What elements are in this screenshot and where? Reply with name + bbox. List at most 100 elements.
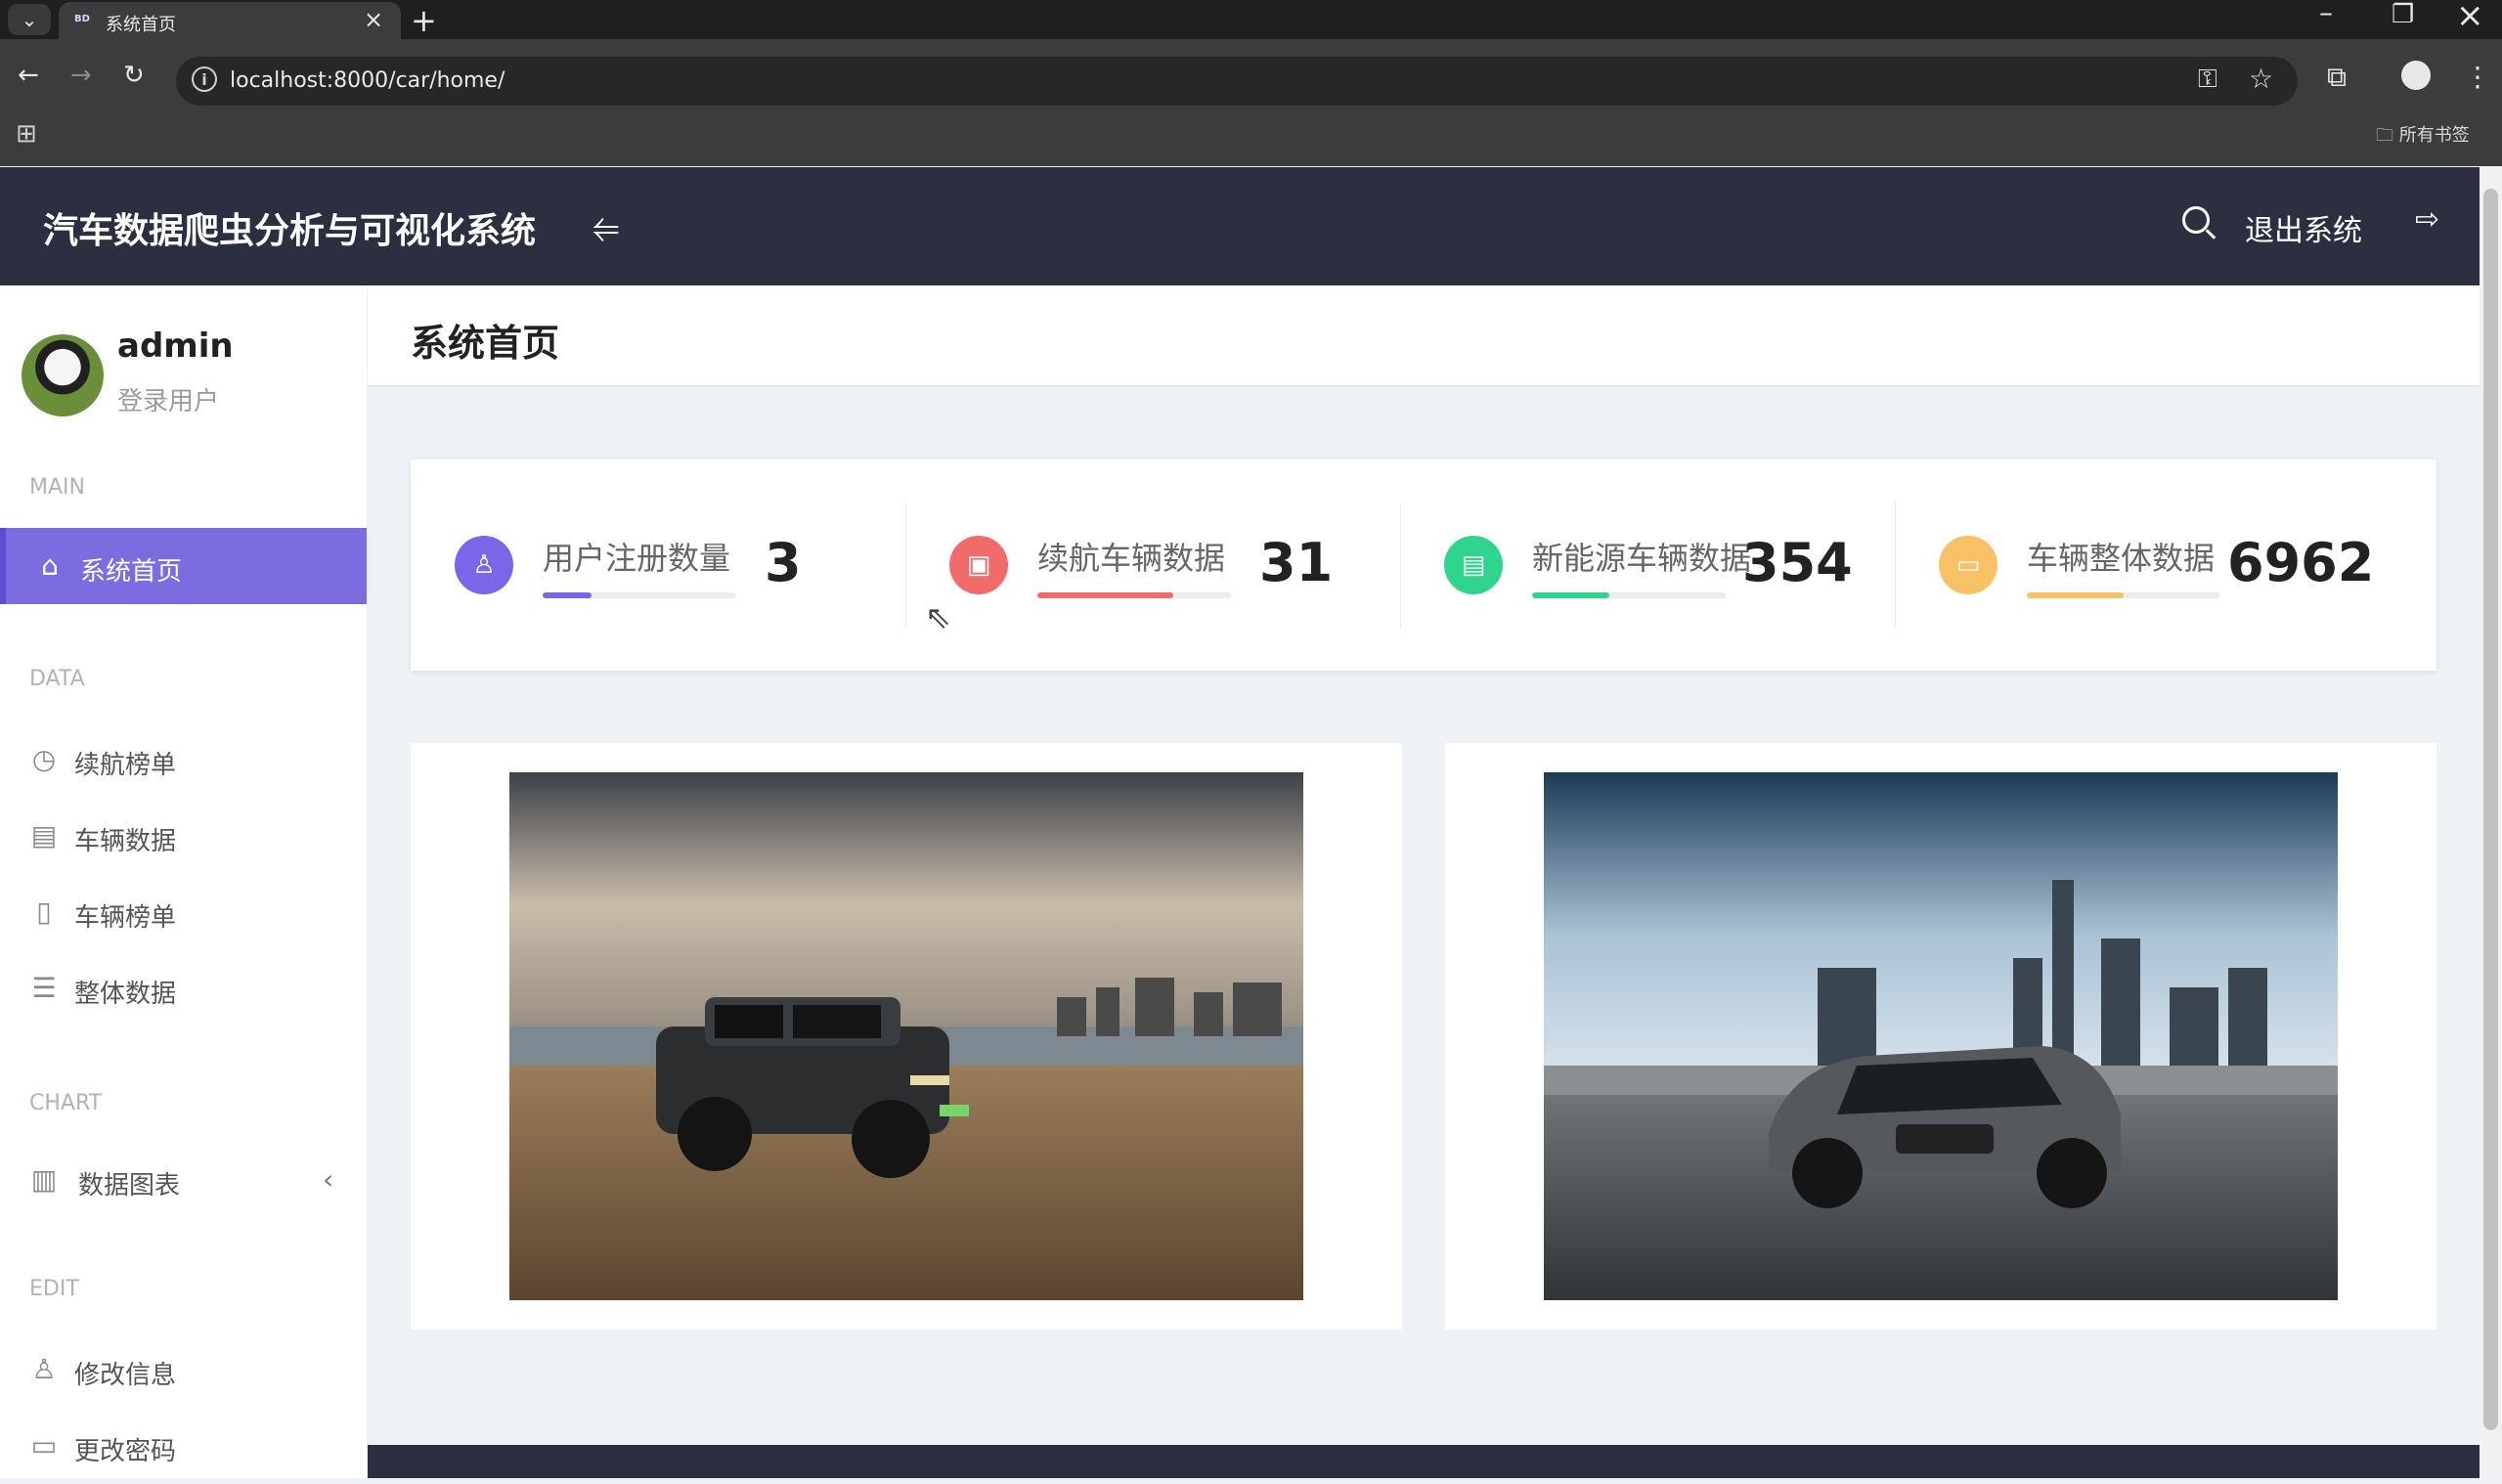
stat-label: 续航车辆数据 xyxy=(1037,540,1226,577)
password-icon: ▭ xyxy=(30,1429,58,1462)
sidebar-item-vehicle-data[interactable]: ▤ 车辆数据 xyxy=(0,798,367,874)
scrollbar-thumb[interactable] xyxy=(2483,189,2498,1430)
url-text[interactable]: localhost:8000/car/home/ xyxy=(230,68,505,93)
stat-label: 新能源车辆数据 xyxy=(1532,540,1752,577)
sidebar-item-home[interactable]: ⌂ 系统首页 xyxy=(0,528,367,604)
search-icon[interactable] xyxy=(2182,206,2210,234)
section-chart: CHART xyxy=(29,1091,103,1115)
stat-overall-vehicles: ▭ 车辆整体数据 6962 xyxy=(1895,459,2401,671)
sidebar-item-data-charts[interactable]: ▥ 数据图表 ‹ xyxy=(0,1142,367,1218)
minimize-icon[interactable]: – xyxy=(2319,0,2333,28)
page-scrollbar[interactable] xyxy=(2480,167,2502,1478)
section-main: MAIN xyxy=(29,475,85,500)
report-icon: ▯ xyxy=(36,895,52,928)
tab-list-button[interactable]: ⌄ xyxy=(8,4,51,35)
password-key-icon[interactable]: ⚿ xyxy=(2198,65,2217,95)
chevron-left-icon[interactable]: ‹ xyxy=(323,1163,333,1196)
stat-value: 3 xyxy=(765,532,802,593)
forward-icon[interactable]: → xyxy=(70,61,92,90)
sidebar-item-label: 数据图表 xyxy=(78,1171,181,1200)
stat-progress xyxy=(2027,592,2220,598)
profile-icon[interactable] xyxy=(2401,61,2431,90)
sidebar-item-label: 续航榜单 xyxy=(74,751,177,780)
stat-value: 31 xyxy=(1259,532,1334,593)
back-icon[interactable]: ← xyxy=(18,61,39,90)
address-bar[interactable]: i localhost:8000/car/home/ ⚿ ☆ xyxy=(176,57,2298,106)
sidebar-item-overall-data[interactable]: ☰ 整体数据 xyxy=(0,950,367,1026)
stat-progress-fill xyxy=(2027,592,2124,598)
stat-user-count: ♙ 用户注册数量 3 xyxy=(411,459,917,671)
page-title: 系统首页 xyxy=(411,322,560,365)
favicon-icon: BD xyxy=(74,14,90,24)
table-icon: ▤ xyxy=(30,819,58,851)
browser-tab-bar: ⌄ BD 系统首页 × + – ❐ × xyxy=(0,0,2502,39)
bar-chart-icon: ▥ xyxy=(30,1163,58,1196)
stat-progress-fill xyxy=(543,592,592,598)
sedan-photo-illustration xyxy=(1544,772,2338,1300)
section-edit: EDIT xyxy=(29,1277,79,1301)
browser-tab[interactable]: BD 系统首页 × xyxy=(59,2,401,39)
sidebar-item-edit-info[interactable]: ♙ 修改信息 xyxy=(0,1331,367,1408)
all-bookmarks[interactable]: 🗀 所有书签 xyxy=(2376,121,2470,153)
sidebar-item-label: 整体数据 xyxy=(74,980,177,1009)
window-close-icon[interactable]: × xyxy=(2456,0,2484,35)
sidebar-item-label: 车辆榜单 xyxy=(74,903,177,933)
menu-toggle-icon[interactable]: ⥢ xyxy=(593,208,619,247)
close-tab-icon[interactable]: × xyxy=(364,6,383,33)
sidebar: admin 登录用户 MAIN ⌂ 系统首页 DATA ◷ 续航榜单 ▤ 车辆数… xyxy=(0,285,367,1478)
list-icon: ☰ xyxy=(31,972,57,1004)
stat-progress-fill xyxy=(1532,592,1610,598)
app-title: 汽车数据爬虫分析与可视化系统 xyxy=(43,211,537,251)
sidebar-item-label: 更改密码 xyxy=(74,1437,177,1466)
new-tab-icon[interactable]: + xyxy=(411,2,437,39)
user-icon: ♙ xyxy=(31,1353,57,1385)
tab-title: 系统首页 xyxy=(106,15,176,35)
user-icon: ♙ xyxy=(455,536,513,594)
bookmark-star-icon[interactable]: ☆ xyxy=(2249,63,2273,95)
home-icon: ⌂ xyxy=(41,549,59,582)
document-icon: ▤ xyxy=(1444,536,1503,594)
browser-toolbar: ← → ↻ i localhost:8000/car/home/ ⚿ ☆ ⧉ ⋮… xyxy=(0,39,2502,166)
stat-value: 354 xyxy=(1742,532,1853,593)
avatar xyxy=(22,334,104,416)
extensions-icon[interactable]: ⧉ xyxy=(2327,61,2347,94)
stat-progress-fill xyxy=(1037,592,1173,598)
restore-icon[interactable]: ❐ xyxy=(2392,0,2414,29)
logout-button[interactable]: 退出系统 xyxy=(2245,206,2362,249)
apps-grid-icon[interactable]: ⊞ xyxy=(16,119,37,149)
stats-card: ♙ 用户注册数量 3 ▣ 续航车辆数据 31 ▤ 新能源车辆数据 354 ▭ 车… xyxy=(411,459,2436,671)
user-role: 登录用户 xyxy=(117,387,220,416)
stat-label: 用户注册数量 xyxy=(543,540,731,577)
stat-progress xyxy=(543,592,736,598)
id-card-icon: ▭ xyxy=(1939,536,1997,594)
sedan-city-photo xyxy=(1544,772,2338,1300)
stat-progress xyxy=(1037,592,1231,598)
page-footer xyxy=(368,1445,2480,1478)
stat-new-energy-vehicles: ▤ 新能源车辆数据 354 xyxy=(1400,459,1907,671)
suv-beach-photo xyxy=(509,772,1303,1300)
browser-menu-icon[interactable]: ⋮ xyxy=(2464,61,2491,93)
app-header: 汽车数据爬虫分析与可视化系统 ⥢ 退出系统 ⇨ xyxy=(0,167,2480,285)
logout-icon[interactable]: ⇨ xyxy=(2415,202,2439,237)
stat-progress xyxy=(1532,592,1726,598)
mouse-cursor-icon: ⇖ xyxy=(925,598,951,635)
sidebar-item-label: 车辆数据 xyxy=(74,827,177,856)
reload-icon[interactable]: ↻ xyxy=(123,61,145,90)
suv-photo-illustration xyxy=(509,772,1303,1300)
stat-label: 车辆整体数据 xyxy=(2027,540,2216,577)
all-bookmarks-label: 所有书签 xyxy=(2398,125,2470,146)
clipboard-icon: ▣ xyxy=(949,536,1008,594)
site-info-icon[interactable]: i xyxy=(192,66,217,92)
clock-icon: ◷ xyxy=(31,743,57,775)
sidebar-item-vehicle-ranking[interactable]: ▯ 车辆榜单 xyxy=(0,874,367,950)
sidebar-item-label: 修改信息 xyxy=(74,1361,177,1390)
image-card-sedan xyxy=(1445,743,2436,1330)
sidebar-item-label: 系统首页 xyxy=(80,557,183,587)
stat-value: 6962 xyxy=(2227,532,2375,593)
section-data: DATA xyxy=(29,667,85,691)
sidebar-item-change-password[interactable]: ▭ 更改密码 xyxy=(0,1408,367,1484)
sidebar-item-range-ranking[interactable]: ◷ 续航榜单 xyxy=(0,721,367,798)
username: admin xyxy=(117,327,234,366)
image-card-suv xyxy=(411,743,1402,1330)
stat-range-vehicles: ▣ 续航车辆数据 31 xyxy=(905,459,1412,671)
